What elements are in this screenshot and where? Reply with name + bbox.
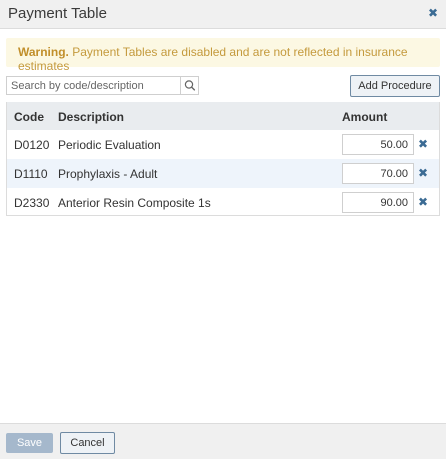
cancel-button[interactable]: Cancel — [60, 432, 115, 454]
dialog-footer: Save Cancel — [0, 423, 446, 459]
amount-input[interactable]: 70.00 — [342, 163, 414, 184]
payment-table: Code Description Amount D0120 Periodic E… — [6, 102, 440, 216]
close-icon[interactable]: ✖ — [427, 7, 439, 19]
amount-input[interactable]: 90.00 — [342, 192, 414, 213]
amount-input[interactable]: 50.00 — [342, 134, 414, 155]
warning-message: Payment Tables are disabled and are not … — [18, 45, 408, 73]
row-code: D0120 — [14, 138, 50, 152]
column-header-code: Code — [14, 110, 44, 124]
warning-banner: Warning. Payment Tables are disabled and… — [6, 38, 440, 73]
search-button[interactable] — [180, 77, 198, 94]
search-box — [6, 76, 199, 95]
search-input[interactable] — [7, 77, 181, 94]
add-procedure-button[interactable]: Add Procedure — [350, 75, 440, 97]
table-row: D2330 Anterior Resin Composite 1s 90.00 … — [7, 188, 439, 217]
column-header-description: Description — [58, 110, 125, 124]
row-description: Periodic Evaluation — [58, 138, 161, 152]
table-row: D0120 Periodic Evaluation 50.00 ✖ — [7, 130, 439, 159]
remove-row-icon[interactable]: ✖ — [418, 138, 428, 150]
remove-row-icon[interactable]: ✖ — [418, 196, 428, 208]
table-header: Code Description Amount — [7, 102, 439, 130]
save-button[interactable]: Save — [6, 433, 53, 453]
search-icon — [184, 80, 196, 91]
row-description: Prophylaxis - Adult — [58, 167, 158, 181]
row-code: D2330 — [14, 196, 50, 210]
dialog-titlebar: Payment Table ✖ — [0, 0, 446, 29]
warning-label: Warning. — [18, 45, 69, 59]
remove-row-icon[interactable]: ✖ — [418, 167, 428, 179]
payment-table-dialog: Payment Table ✖ Warning. Payment Tables … — [0, 0, 446, 459]
row-description: Anterior Resin Composite 1s — [58, 196, 211, 210]
row-code: D1110 — [14, 167, 48, 181]
table-row: D1110 Prophylaxis - Adult 70.00 ✖ — [7, 159, 439, 188]
dialog-title: Payment Table — [8, 5, 107, 22]
column-header-amount: Amount — [342, 110, 388, 124]
